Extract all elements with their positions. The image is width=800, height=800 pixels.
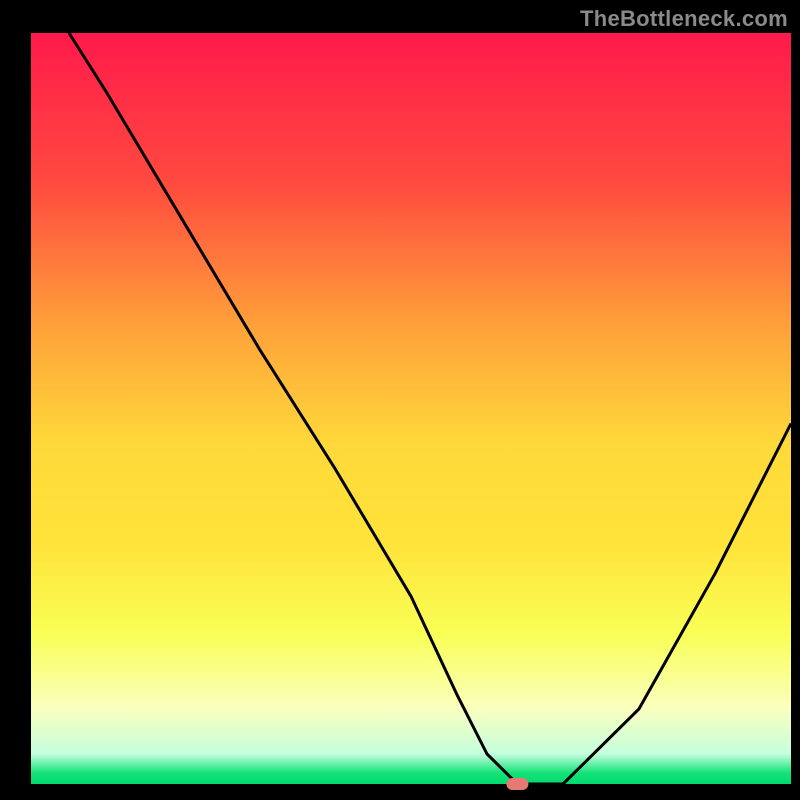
watermark-label: TheBottleneck.com — [580, 6, 788, 32]
bottleneck-plot — [0, 0, 800, 800]
chart-canvas: TheBottleneck.com — [0, 0, 800, 800]
plot-background — [31, 33, 791, 784]
optimal-marker — [506, 778, 528, 790]
